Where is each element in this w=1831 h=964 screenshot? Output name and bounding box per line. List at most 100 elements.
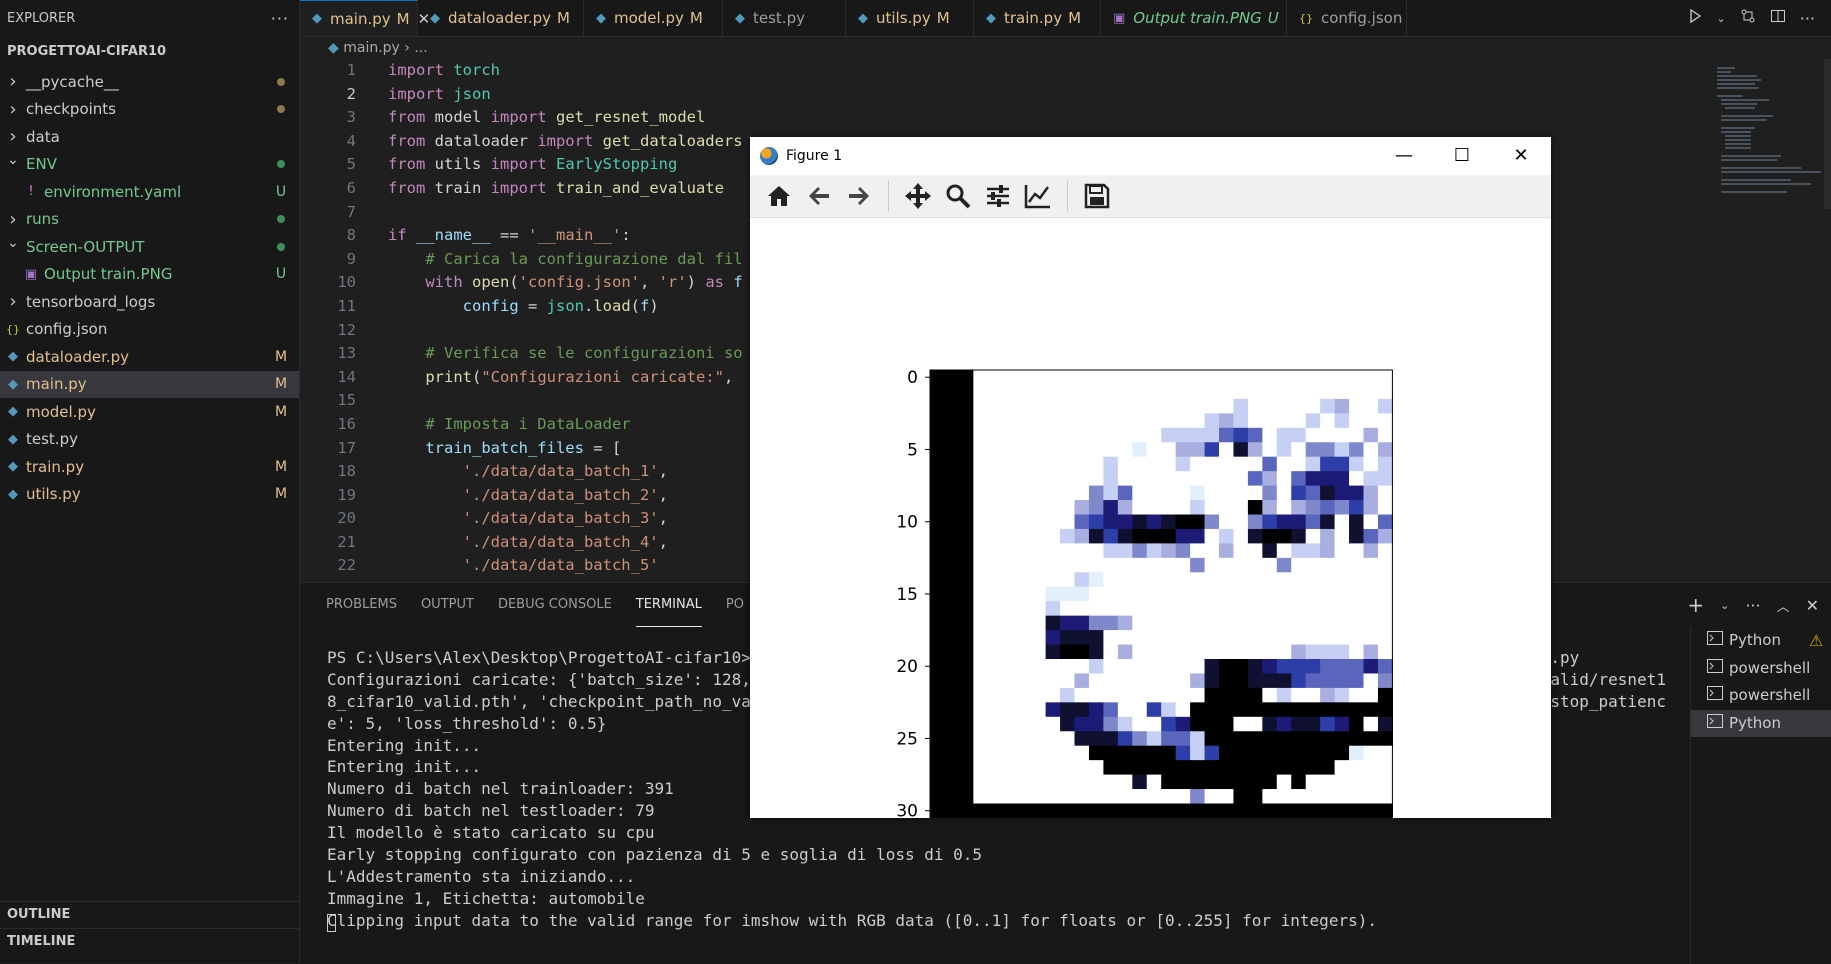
tree-folder[interactable]: ›checkpoints <box>0 96 299 124</box>
tree-folder[interactable]: ›data <box>0 123 299 151</box>
editor-tab[interactable]: ◆test.py <box>723 0 846 36</box>
chevron-down-icon[interactable]: ⌄ <box>4 235 22 251</box>
terminal-icon <box>1707 655 1723 683</box>
configure-subplots-icon[interactable] <box>983 181 1013 211</box>
heatmap-cell <box>1075 500 1090 515</box>
tree-file[interactable]: ◆utils.pyM <box>0 481 299 509</box>
tree-file[interactable]: ◆dataloader.pyM <box>0 343 299 371</box>
terminal-instance[interactable]: Python <box>1691 710 1831 738</box>
plot-area[interactable]: 051015202530 051015202530 <box>750 217 1551 818</box>
tree-folder[interactable]: ›__pycache__ <box>0 68 299 96</box>
more-actions-icon[interactable]: ··· <box>1800 9 1815 28</box>
chevron-down-icon[interactable]: ⌄ <box>1720 599 1729 612</box>
heatmap-cell <box>930 789 945 804</box>
tree-file[interactable]: ◆model.pyM <box>0 398 299 426</box>
tree-item-label: utils.py <box>26 485 273 503</box>
heatmap-cell <box>1161 789 1176 804</box>
heatmap-cell <box>1219 399 1234 414</box>
heatmap-cell <box>1233 760 1248 775</box>
panel-tab-output[interactable]: OUTPUT <box>421 583 474 627</box>
heatmap-cell <box>1046 688 1061 703</box>
zoom-icon[interactable] <box>943 181 973 211</box>
heatmap-cell <box>1291 775 1306 790</box>
pan-icon[interactable] <box>903 181 933 211</box>
tree-file[interactable]: ▣Output train.PNGU <box>0 261 299 289</box>
compare-changes-icon[interactable] <box>1740 8 1756 28</box>
heatmap-cell <box>1306 804 1321 819</box>
heatmap-cell <box>1233 572 1248 587</box>
heatmap-cell <box>1190 543 1205 558</box>
chevron-right-icon[interactable]: › <box>4 99 22 120</box>
chevron-right-icon[interactable]: › <box>4 291 22 312</box>
breadcrumb-file[interactable]: main.py <box>343 40 400 56</box>
heatmap-cell <box>1089 673 1104 688</box>
run-icon[interactable] <box>1687 8 1703 28</box>
project-title[interactable]: PROGETTOAI-CIFAR10 <box>0 36 299 68</box>
tree-file[interactable]: ◆test.py <box>0 426 299 454</box>
heatmap-cell <box>1335 775 1350 790</box>
breadcrumb-rest[interactable]: ... <box>414 40 427 56</box>
outline-section[interactable]: OUTLINE <box>0 901 299 927</box>
forward-icon[interactable] <box>844 181 874 211</box>
tree-file[interactable]: ◆main.pyM <box>0 371 299 399</box>
heatmap-cell <box>1089 717 1104 732</box>
chevron-down-icon[interactable]: ⌄ <box>1717 12 1726 25</box>
heatmap-cell <box>1335 486 1350 501</box>
editor-tab[interactable]: ◆dataloader.pyM <box>418 0 584 36</box>
heatmap-cell <box>1306 558 1321 573</box>
figure-titlebar[interactable]: Figure 1 — ☐ ✕ <box>750 137 1551 175</box>
tree-folder[interactable]: ⌄Screen-OUTPUT <box>0 233 299 261</box>
editor-tab[interactable]: ◆main.pyM✕ <box>300 0 418 36</box>
heatmap-cell <box>944 789 959 804</box>
heatmap-cell <box>1046 587 1061 602</box>
terminal-instance[interactable]: powershell <box>1691 655 1831 683</box>
maximize-panel-icon[interactable]: ︿ <box>1777 596 1790 615</box>
chevron-down-icon[interactable]: ⌄ <box>4 152 22 168</box>
editor-tab[interactable]: ▣Output train.PNGU <box>1101 0 1287 36</box>
chevron-right-icon[interactable]: › <box>4 126 22 147</box>
terminal-instance[interactable]: Python⚠ <box>1691 627 1831 655</box>
panel-tab-debug-console[interactable]: DEBUG CONSOLE <box>498 583 612 627</box>
chevron-right-icon[interactable]: › <box>4 71 22 92</box>
terminal-instance[interactable]: powershell <box>1691 682 1831 710</box>
heatmap-cell <box>959 804 974 819</box>
code-line[interactable]: 2import json <box>300 83 1831 107</box>
maximize-icon[interactable]: ☐ <box>1433 137 1491 175</box>
edit-axis-icon[interactable] <box>1023 181 1053 211</box>
split-editor-icon[interactable] <box>1770 8 1786 28</box>
chevron-right-icon[interactable]: › <box>4 209 22 230</box>
editor-tab[interactable]: {}config.json <box>1287 0 1407 36</box>
heatmap-cell <box>1205 789 1220 804</box>
tree-file[interactable]: !environment.yamlU <box>0 178 299 206</box>
minimize-icon[interactable]: — <box>1375 137 1433 175</box>
close-panel-icon[interactable]: ✕ <box>1806 596 1819 615</box>
ellipsis-icon[interactable]: ··· <box>271 9 289 28</box>
back-icon[interactable] <box>804 181 834 211</box>
heatmap-cell <box>1277 515 1292 530</box>
timeline-section[interactable]: TIMELINE <box>0 928 299 954</box>
tree-folder[interactable]: ›tensorboard_logs <box>0 288 299 316</box>
more-actions-icon[interactable]: ··· <box>1745 596 1760 615</box>
tree-folder[interactable]: ⌄ENV <box>0 151 299 179</box>
tree-file[interactable]: ◆train.pyM <box>0 453 299 481</box>
line-number: 14 <box>300 366 356 390</box>
panel-tab-problems[interactable]: PROBLEMS <box>326 583 397 627</box>
heatmap-cell <box>1161 601 1176 616</box>
heatmap-cell <box>1176 515 1191 530</box>
editor-tab[interactable]: ◆train.pyM <box>974 0 1101 36</box>
code-line[interactable]: 3from model import get_resnet_model <box>300 106 1831 130</box>
home-icon[interactable] <box>764 181 794 211</box>
panel-tab-terminal[interactable]: TERMINAL <box>636 583 702 627</box>
code-line[interactable]: 1import torch <box>300 59 1831 83</box>
terminal-cursor[interactable] <box>327 914 336 932</box>
new-terminal-icon[interactable]: + <box>1687 593 1704 617</box>
editor-tab[interactable]: ◆model.pyM <box>584 0 723 36</box>
close-icon[interactable]: ✕ <box>1492 137 1550 175</box>
editor-tab[interactable]: ◆utils.pyM <box>846 0 974 36</box>
tree-file[interactable]: {}config.json <box>0 316 299 344</box>
heatmap-cell <box>973 746 988 761</box>
panel-tab-po[interactable]: PO <box>726 583 744 627</box>
minimap[interactable] <box>1711 59 1831 209</box>
tree-folder[interactable]: ›runs <box>0 206 299 234</box>
save-icon[interactable] <box>1082 181 1112 211</box>
